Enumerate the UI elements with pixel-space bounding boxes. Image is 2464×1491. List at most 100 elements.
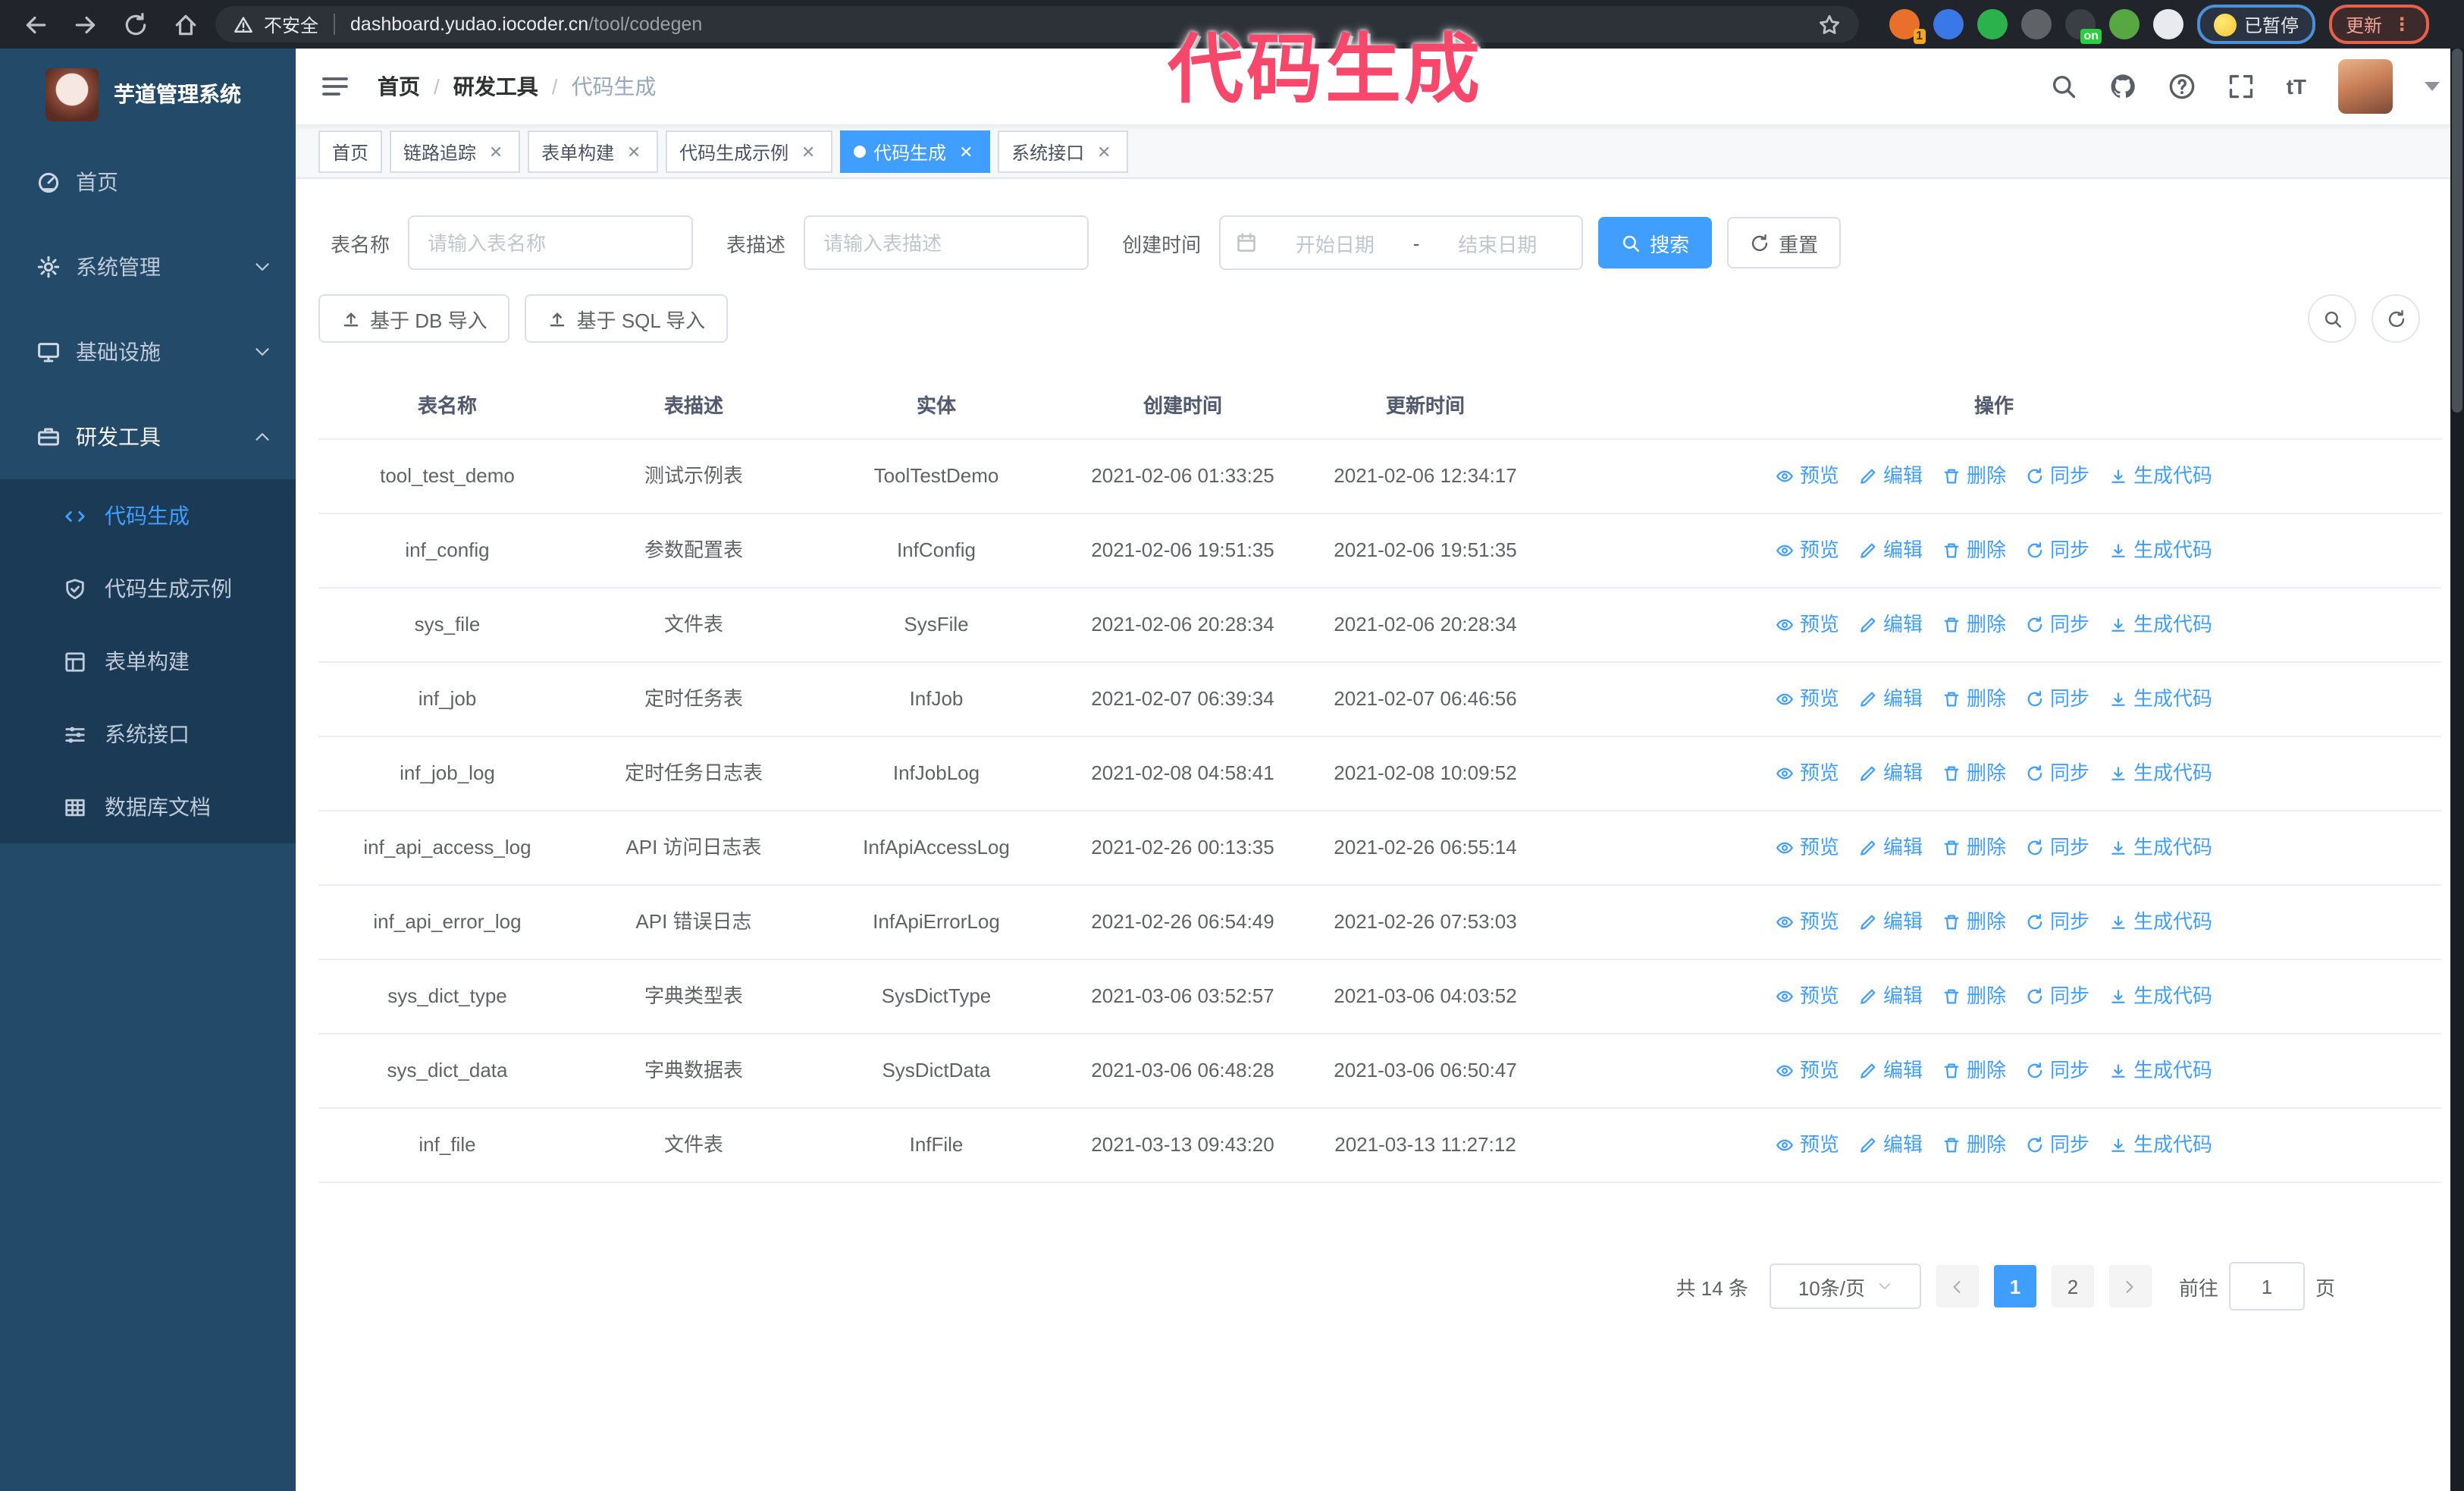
shield-check-extension-icon[interactable] (1977, 9, 2008, 39)
help-icon[interactable] (2168, 73, 2196, 100)
table-desc-input[interactable] (804, 215, 1089, 270)
action-删除[interactable]: 删除 (1942, 610, 2006, 640)
breadcrumb-home[interactable]: 首页 (378, 71, 420, 102)
action-预览[interactable]: 预览 (1776, 535, 1839, 566)
sliders-extension-icon[interactable] (2021, 9, 2052, 39)
paused-extension-badge[interactable]: 已暂停 (2197, 5, 2316, 44)
action-同步[interactable]: 同步 (2026, 684, 2089, 714)
chevron-down-icon[interactable] (2425, 82, 2440, 91)
sidebar-item-系统管理[interactable]: 系统管理 (0, 224, 296, 309)
close-icon[interactable]: ✕ (623, 141, 644, 162)
action-预览[interactable]: 预览 (1776, 981, 1839, 1012)
tab-代码生成示例[interactable]: 代码生成示例 ✕ (666, 130, 833, 173)
tab-系统接口[interactable]: 系统接口 ✕ (998, 130, 1129, 173)
action-删除[interactable]: 删除 (1942, 1130, 2006, 1160)
action-预览[interactable]: 预览 (1776, 758, 1839, 789)
tab-表单构建[interactable]: 表单构建 ✕ (528, 130, 659, 173)
action-编辑[interactable]: 编辑 (1859, 684, 1923, 714)
action-生成代码[interactable]: 生成代码 (2109, 1130, 2212, 1160)
action-编辑[interactable]: 编辑 (1859, 907, 1923, 937)
page-number-button[interactable]: 1 (1993, 1265, 2036, 1307)
action-生成代码[interactable]: 生成代码 (2109, 833, 2212, 863)
action-同步[interactable]: 同步 (2026, 758, 2089, 789)
action-预览[interactable]: 预览 (1776, 610, 1839, 640)
browser-forward-icon[interactable] (73, 11, 99, 37)
action-删除[interactable]: 删除 (1942, 684, 2006, 714)
action-删除[interactable]: 删除 (1942, 907, 2006, 937)
action-删除[interactable]: 删除 (1942, 535, 2006, 566)
goto-page-input[interactable] (2228, 1262, 2305, 1311)
breadcrumb-dev-tools[interactable]: 研发工具 (453, 71, 538, 102)
action-生成代码[interactable]: 生成代码 (2109, 1056, 2212, 1086)
sidebar-subitem-代码生成[interactable]: 代码生成 (0, 479, 296, 552)
gem-extension-icon[interactable] (1933, 9, 1964, 39)
tab-代码生成[interactable]: 代码生成 ✕ (840, 130, 991, 173)
action-生成代码[interactable]: 生成代码 (2109, 758, 2212, 789)
action-同步[interactable]: 同步 (2026, 907, 2089, 937)
bookmark-star-icon[interactable] (1818, 13, 1841, 36)
user-avatar[interactable] (2338, 59, 2393, 114)
action-编辑[interactable]: 编辑 (1859, 758, 1923, 789)
action-预览[interactable]: 预览 (1776, 461, 1839, 491)
action-同步[interactable]: 同步 (2026, 833, 2089, 863)
action-生成代码[interactable]: 生成代码 (2109, 981, 2212, 1012)
action-同步[interactable]: 同步 (2026, 461, 2089, 491)
action-删除[interactable]: 删除 (1942, 981, 2006, 1012)
browser-update-button[interactable]: 更新 ⋮ (2329, 5, 2430, 44)
action-同步[interactable]: 同步 (2026, 535, 2089, 566)
action-删除[interactable]: 删除 (1942, 758, 2006, 789)
action-删除[interactable]: 删除 (1942, 461, 2006, 491)
kebab-menu-icon[interactable]: ⋮ (2393, 14, 2412, 35)
date-range-picker[interactable]: 开始日期 - 结束日期 (1219, 215, 1584, 270)
action-编辑[interactable]: 编辑 (1859, 461, 1923, 491)
prev-page-button[interactable] (1936, 1265, 1979, 1307)
toggle-search-button[interactable] (2308, 294, 2356, 343)
sidebar-subitem-系统接口[interactable]: 系统接口 (0, 698, 296, 771)
table-name-input[interactable] (408, 215, 694, 270)
action-同步[interactable]: 同步 (2026, 610, 2089, 640)
sidebar-subitem-代码生成示例[interactable]: 代码生成示例 (0, 552, 296, 625)
action-生成代码[interactable]: 生成代码 (2109, 684, 2212, 714)
action-生成代码[interactable]: 生成代码 (2109, 907, 2212, 937)
close-icon[interactable]: ✕ (485, 141, 506, 162)
browser-scrollbar[interactable] (2450, 49, 2464, 1491)
app-logo[interactable]: 芋道管理系统 (0, 49, 296, 140)
browser-home-icon[interactable] (173, 11, 199, 37)
pinwheel-extension-icon[interactable] (2153, 9, 2183, 39)
reset-button[interactable]: 重置 (1727, 217, 1842, 268)
fullscreen-icon[interactable] (2227, 73, 2255, 100)
panel-extension-icon[interactable]: on (2065, 9, 2102, 44)
sidebar-subitem-表单构建[interactable]: 表单构建 (0, 625, 296, 698)
action-编辑[interactable]: 编辑 (1859, 981, 1923, 1012)
action-编辑[interactable]: 编辑 (1859, 1056, 1923, 1086)
action-预览[interactable]: 预览 (1776, 907, 1839, 937)
refresh-table-button[interactable] (2372, 294, 2420, 343)
sidebar-item-首页[interactable]: 首页 (0, 140, 296, 224)
action-预览[interactable]: 预览 (1776, 1130, 1839, 1160)
action-预览[interactable]: 预览 (1776, 684, 1839, 714)
import-db-button[interactable]: 基于 DB 导入 (318, 294, 510, 343)
search-icon[interactable] (2050, 73, 2077, 100)
browser-back-icon[interactable] (23, 11, 49, 37)
import-sql-button[interactable]: 基于 SQL 导入 (525, 294, 729, 343)
action-生成代码[interactable]: 生成代码 (2109, 461, 2212, 491)
action-编辑[interactable]: 编辑 (1859, 1130, 1923, 1160)
action-编辑[interactable]: 编辑 (1859, 610, 1923, 640)
tab-首页[interactable]: 首页 (318, 130, 383, 173)
tab-链路追踪[interactable]: 链路追踪 ✕ (390, 130, 521, 173)
action-生成代码[interactable]: 生成代码 (2109, 610, 2212, 640)
browser-reload-icon[interactable] (123, 11, 149, 37)
address-bar[interactable]: 不安全 dashboard.yudao.iocoder.cn/tool/code… (215, 6, 1859, 42)
action-编辑[interactable]: 编辑 (1859, 535, 1923, 566)
action-预览[interactable]: 预览 (1776, 833, 1839, 863)
action-删除[interactable]: 删除 (1942, 1056, 2006, 1086)
sidebar-subitem-数据库文档[interactable]: 数据库文档 (0, 771, 296, 843)
sidebar-item-基础设施[interactable]: 基础设施 (0, 309, 296, 394)
search-button[interactable]: 搜索 (1598, 217, 1713, 268)
page-size-select[interactable]: 10条/页 (1769, 1263, 1921, 1309)
scrollbar-thumb[interactable] (2452, 49, 2462, 413)
next-page-button[interactable] (2108, 1265, 2152, 1307)
action-删除[interactable]: 删除 (1942, 833, 2006, 863)
action-同步[interactable]: 同步 (2026, 981, 2089, 1012)
github-icon[interactable] (2109, 73, 2136, 100)
